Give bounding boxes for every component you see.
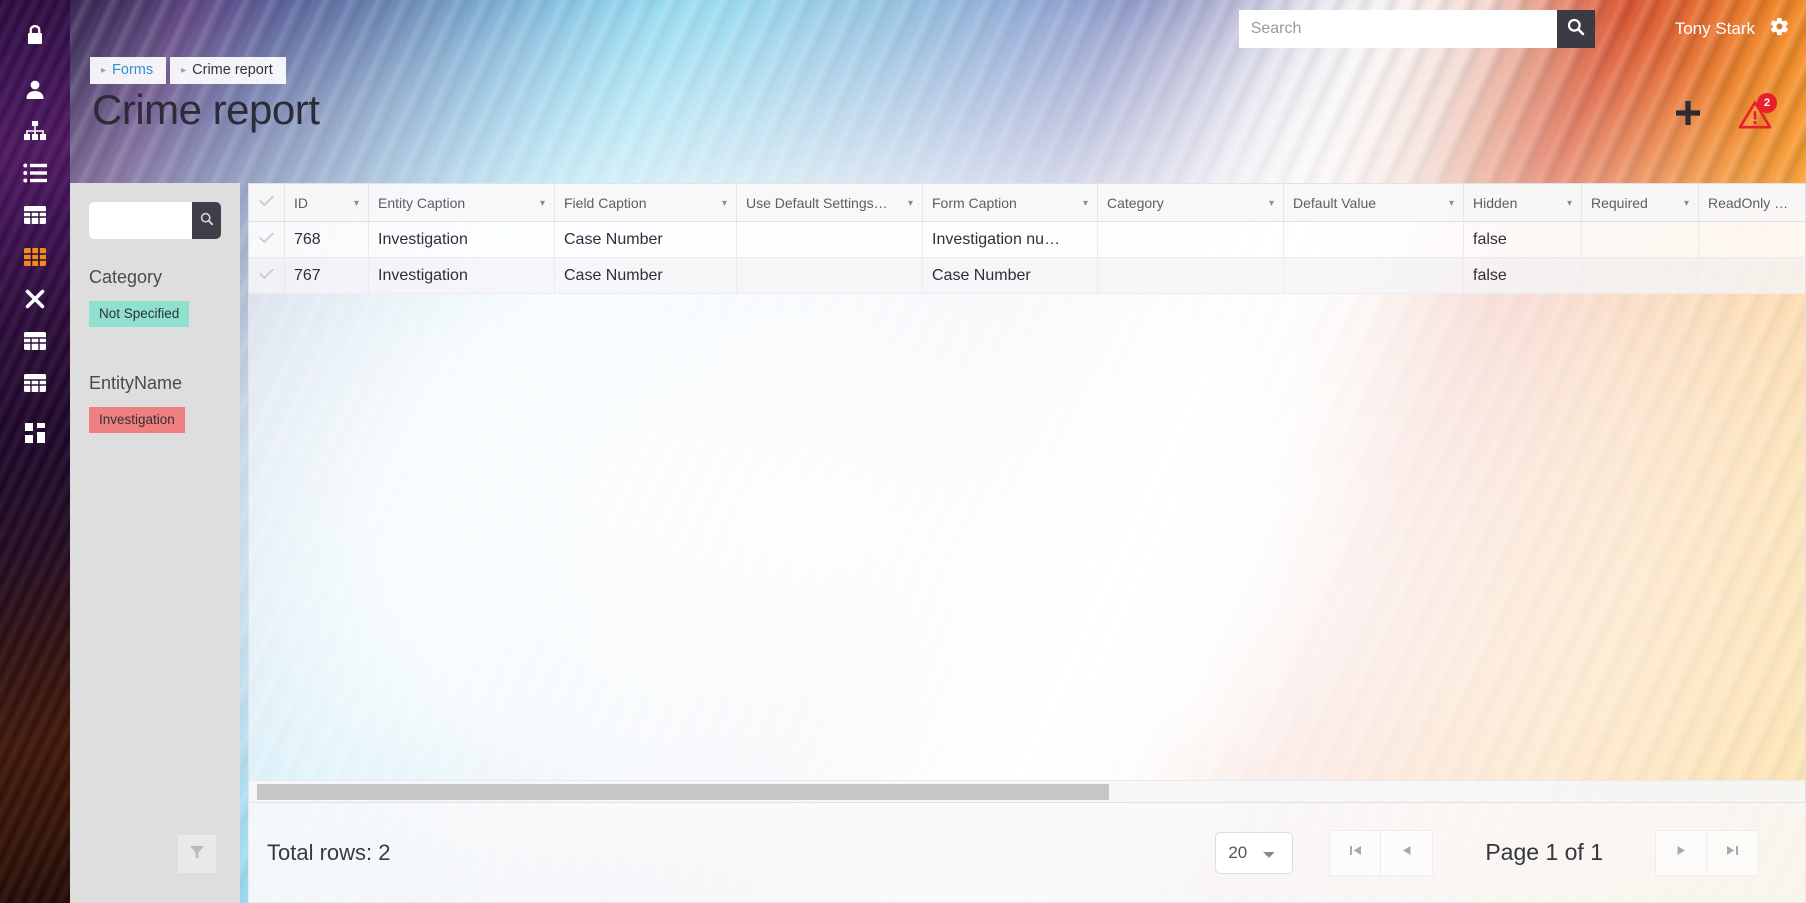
list-icon	[23, 163, 47, 183]
user-name-label: Tony Stark	[1674, 18, 1755, 38]
breadcrumb-label: Crime report	[192, 62, 273, 78]
close-x-icon	[24, 288, 46, 310]
global-search	[1238, 9, 1595, 48]
table-icon-2	[23, 330, 47, 352]
chevron-right-icon: ▸	[101, 64, 107, 76]
header-actions: 2	[1672, 92, 1777, 135]
lock-icon	[25, 24, 45, 46]
dashboard-icon	[24, 422, 46, 444]
page-title: Crime report	[92, 86, 320, 133]
sidebar-item-table-2[interactable]	[0, 320, 70, 362]
sidebar-item-table[interactable]	[0, 194, 70, 236]
chevron-right-icon: ▸	[181, 64, 187, 76]
sidebar-item-list[interactable]	[0, 152, 70, 194]
top-bar: Tony Stark	[70, 0, 1806, 57]
sidebar-item-dashboard[interactable]	[0, 412, 70, 454]
sidebar-item-table-3[interactable]	[0, 362, 70, 404]
sidebar-nav	[0, 0, 70, 903]
gear-icon	[1769, 16, 1790, 42]
search-input[interactable]	[1238, 9, 1557, 48]
breadcrumb-label: Forms	[112, 62, 154, 78]
table-grid-icon	[23, 246, 47, 268]
sidebar-item-close[interactable]	[0, 278, 70, 320]
sidebar-item-lock[interactable]	[0, 14, 70, 56]
settings-button[interactable]	[1769, 16, 1790, 42]
plus-icon	[1672, 98, 1704, 135]
sidebar-item-org-chart[interactable]	[0, 110, 70, 152]
sidebar-item-table-grid-active[interactable]	[0, 236, 70, 278]
table-icon-3	[23, 372, 47, 394]
app-window: Tony Stark ▸ Forms ▸ Crime report Crime …	[70, 0, 1806, 903]
table-icon	[23, 204, 47, 226]
search-icon	[1567, 18, 1585, 39]
breadcrumb-item-crime-report[interactable]: ▸ Crime report	[170, 57, 286, 84]
org-chart-icon	[23, 120, 47, 142]
breadcrumb-item-forms[interactable]: ▸ Forms	[90, 57, 167, 84]
add-button[interactable]	[1672, 98, 1704, 135]
warning-count-badge: 2	[1757, 92, 1777, 113]
sidebar-item-user[interactable]	[0, 68, 70, 110]
warnings-button[interactable]: 2	[1738, 92, 1777, 135]
user-icon	[24, 78, 46, 100]
search-button[interactable]	[1556, 9, 1595, 48]
breadcrumb: ▸ Forms ▸ Crime report	[90, 57, 286, 84]
